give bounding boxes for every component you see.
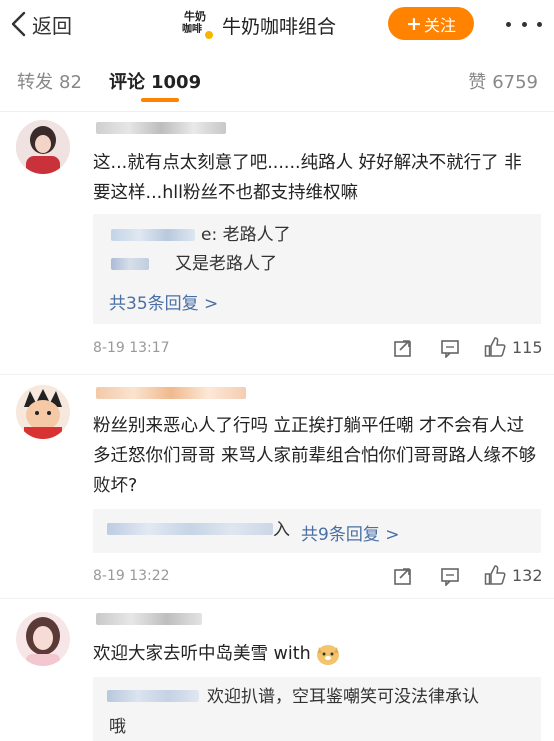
comment-text: 粉丝别来恶心人了行吗 立正挨打躺平任嘲 才不会有人过多迁怒你们哥哥 来骂人家前辈… bbox=[93, 416, 537, 496]
more-dots-icon[interactable] bbox=[506, 14, 542, 34]
thumb-up-icon[interactable] bbox=[484, 336, 506, 358]
reply-text-overflow: 哦 bbox=[109, 717, 126, 737]
back-button[interactable]: 返回 bbox=[10, 8, 72, 40]
account-name: 牛奶咖啡组合 bbox=[222, 15, 337, 38]
tab-bar: 转发 82 评论 1009 赞 6759 bbox=[0, 50, 554, 112]
top-nav-bar: 返回 牛奶 咖啡 牛奶咖啡组合 + 关注 bbox=[0, 0, 554, 50]
follow-label: 关注 bbox=[423, 15, 456, 35]
reply-preview-box[interactable]: e: 老路人了 又是老路人了 共35条回复 > bbox=[93, 214, 541, 324]
avatar[interactable] bbox=[16, 385, 70, 439]
username-blurred[interactable] bbox=[96, 122, 226, 134]
username-blurred[interactable] bbox=[96, 613, 202, 625]
reply-text: 欢迎扒谱，空耳鉴嘲笑可没法律承认 bbox=[207, 687, 479, 707]
comment-icon[interactable] bbox=[440, 338, 460, 358]
reply-text: 入 bbox=[273, 520, 290, 540]
tab-like[interactable]: 赞 6759 bbox=[468, 68, 538, 94]
more-replies-link[interactable]: 共9条回复 > bbox=[301, 520, 399, 545]
plus-icon: + bbox=[406, 12, 422, 35]
comment-item: 这...就有点太刻意了吧......纯路人 好好解决不就行了 非要这样...hl… bbox=[0, 112, 554, 372]
comment-time: 8-19 13:22 bbox=[93, 568, 170, 584]
comment-item: 粉丝别来恶心人了行吗 立正挨打躺平任嘲 才不会有人过多迁怒你们哥哥 来骂人家前辈… bbox=[0, 375, 554, 597]
avatar[interactable] bbox=[16, 120, 70, 174]
follow-button[interactable]: + 关注 bbox=[388, 7, 474, 40]
reply-text: 又是老路人了 bbox=[175, 254, 277, 274]
tab-comment[interactable]: 评论 1009 bbox=[109, 68, 201, 94]
reply-username-blurred[interactable] bbox=[111, 258, 149, 270]
share-icon[interactable] bbox=[393, 338, 413, 358]
reply-text: e: 老路人了 bbox=[201, 225, 291, 245]
active-tab-indicator bbox=[141, 98, 179, 102]
thumb-up-icon[interactable] bbox=[484, 564, 506, 586]
account-header[interactable]: 牛奶 咖啡 牛奶咖啡组合 bbox=[180, 6, 336, 44]
reply-username-blurred[interactable] bbox=[107, 523, 273, 535]
back-label: 返回 bbox=[32, 13, 72, 38]
comment-item: 欢迎大家去听中岛美雪 with 欢迎扒谱，空耳鉴嘲笑可没法律承认 哦 bbox=[0, 599, 554, 741]
doge-emoji-icon bbox=[316, 643, 340, 665]
more-replies-link[interactable]: 共35条回复 > bbox=[109, 289, 218, 314]
comment-time: 8-19 13:17 bbox=[93, 340, 170, 356]
reply-preview-box[interactable]: 欢迎扒谱，空耳鉴嘲笑可没法律承认 哦 bbox=[93, 677, 541, 741]
verified-badge-icon bbox=[204, 30, 214, 40]
like-count: 115 bbox=[512, 338, 543, 357]
account-logo: 牛奶 咖啡 bbox=[180, 8, 214, 42]
tab-repost[interactable]: 转发 82 bbox=[17, 68, 82, 94]
reply-preview-box[interactable]: 入 共9条回复 > bbox=[93, 509, 541, 553]
reply-username-blurred[interactable] bbox=[111, 229, 195, 241]
like-count: 132 bbox=[512, 566, 543, 585]
share-icon[interactable] bbox=[393, 566, 413, 586]
username-blurred[interactable] bbox=[96, 387, 246, 399]
avatar[interactable] bbox=[16, 612, 70, 666]
comment-text: 这...就有点太刻意了吧......纯路人 好好解决不就行了 非要这样...hl… bbox=[93, 153, 522, 203]
chevron-left-icon bbox=[11, 11, 26, 37]
comment-icon[interactable] bbox=[440, 566, 460, 586]
comment-text: 欢迎大家去听中岛美雪 with bbox=[93, 639, 340, 669]
reply-username-blurred[interactable] bbox=[107, 690, 199, 702]
